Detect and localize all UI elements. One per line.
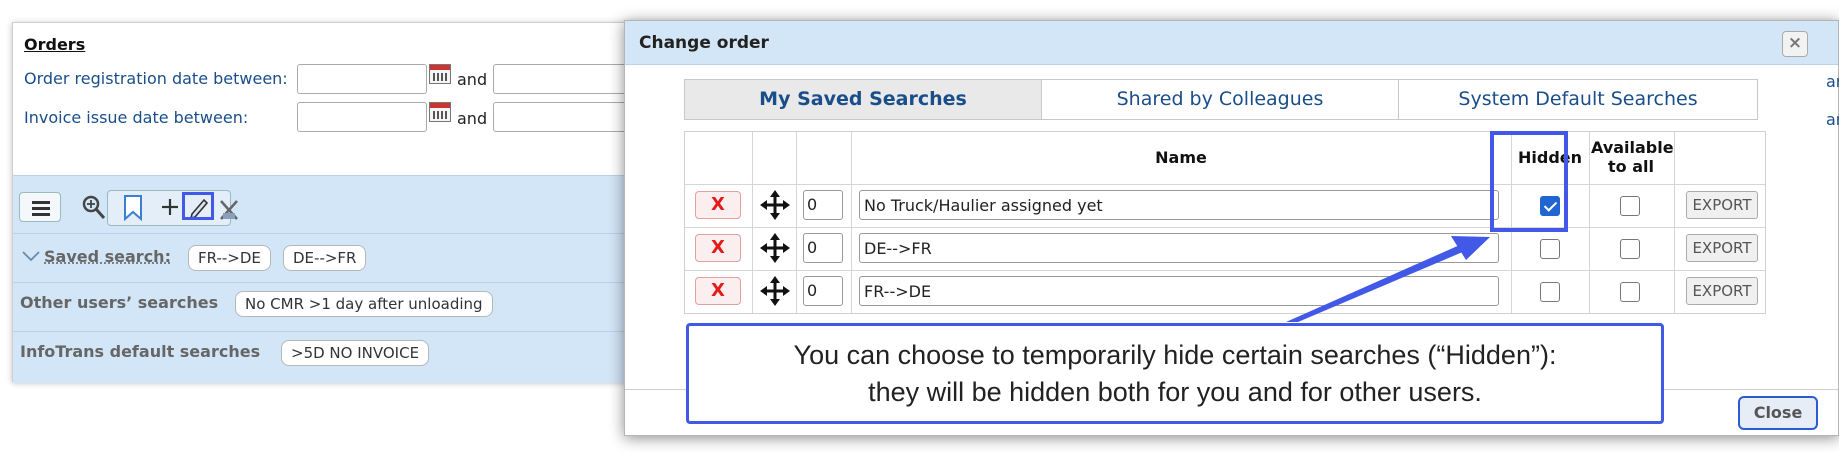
- annotation-callout: You can choose to temporarily hide certa…: [686, 323, 1664, 424]
- annotation-line-1: You can choose to temporarily hide certa…: [689, 337, 1661, 374]
- annotation-line-2: they will be hidden both for you and for…: [689, 374, 1661, 411]
